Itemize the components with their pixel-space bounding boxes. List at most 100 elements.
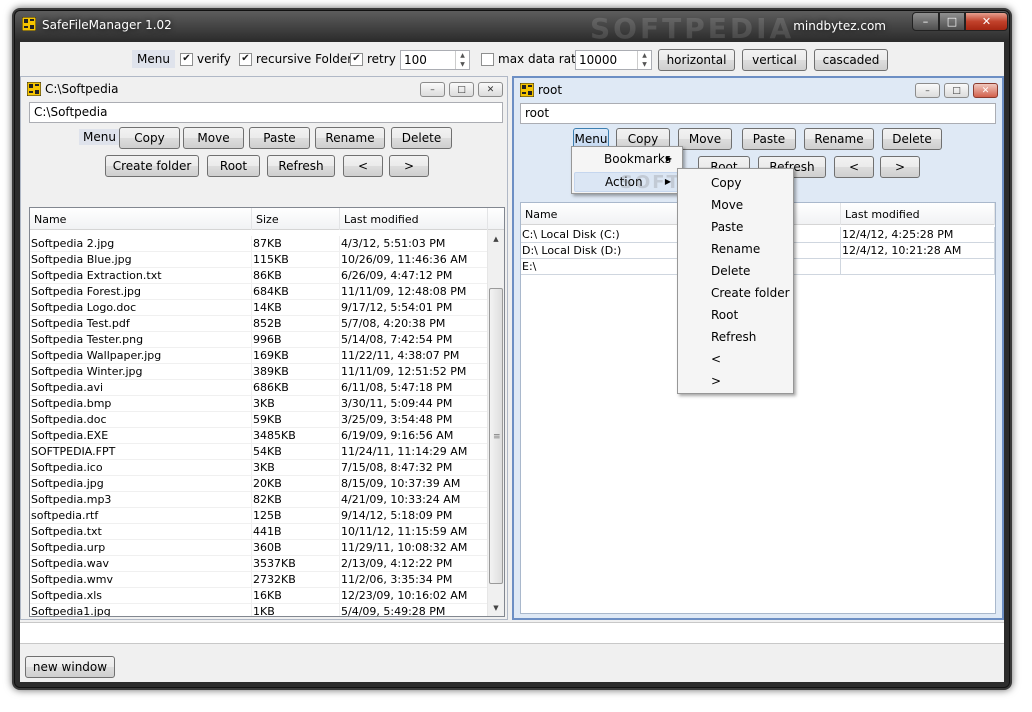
table-row[interactable]: Softpedia 2.jpg 87KB 4/3/12, 5:51:03 PM (30, 236, 504, 252)
file-modified-cell: 12/23/09, 10:16:02 AM (340, 588, 488, 603)
table-row[interactable]: Softpedia Tester.png 996B 5/14/08, 7:42:54… (30, 332, 504, 348)
file-size-cell: 86KB (252, 268, 340, 283)
max-data-rate-stepper[interactable]: 10000 ▲ ▼ (575, 50, 652, 70)
table-row[interactable]: Softpedia.doc 59KB 3/25/09, 3:54:48 PM (30, 412, 504, 428)
file-modified-cell: 11/22/11, 4:38:07 PM (340, 348, 488, 363)
column-last-modified[interactable]: Last modified (841, 203, 995, 225)
right-forward-button[interactable]: > (880, 156, 920, 178)
table-row[interactable]: Softpedia1.jpg 1KB 5/4/09, 5:49:28 PM (30, 604, 504, 616)
verify-checkbox[interactable]: ✔ verify (180, 52, 231, 66)
file-size-cell: 2732KB (252, 572, 340, 587)
left-copy-button[interactable]: Copy (119, 127, 180, 149)
table-row[interactable]: Softpedia.mp3 82KB 4/21/09, 10:33:24 AM (30, 492, 504, 508)
table-row[interactable]: softpedia.rtf 125B 9/14/12, 5:18:09 PM (30, 508, 504, 524)
left-paste-button[interactable]: Paste (249, 127, 310, 149)
stepper-arrows-icon[interactable]: ▲ ▼ (637, 51, 651, 69)
table-row[interactable]: Softpedia.txt 441B 10/11/12, 11:15:59 AM (30, 524, 504, 540)
table-row[interactable]: Softpedia.ico 3KB 7/15/08, 8:47:32 PM (30, 460, 504, 476)
right-rename-button[interactable]: Rename (804, 128, 874, 150)
recursive-folders-checkbox[interactable]: ✔ recursive Folders (239, 52, 358, 66)
file-name-cell: Softpedia Wallpaper.jpg (30, 348, 252, 363)
table-row[interactable]: Softpedia.avi 686KB 6/11/08, 5:47:18 PM (30, 380, 504, 396)
left-panel: C:\Softpedia – □ ✕ C:\Softpedia Menu Cop… (20, 76, 508, 620)
file-modified-cell: 2/13/09, 4:12:22 PM (340, 556, 488, 571)
vertical-button[interactable]: vertical (742, 49, 807, 71)
horizontal-button[interactable]: horizontal (658, 49, 735, 71)
table-row[interactable]: Softpedia Winter.jpg 389KB 11/11/09, 12:51… (30, 364, 504, 380)
table-row[interactable]: Softpedia Logo.doc 14KB 9/17/12, 5:54:01 P… (30, 300, 504, 316)
table-row[interactable]: Softpedia.jpg 20KB 8/15/09, 10:37:39 AM (30, 476, 504, 492)
table-row[interactable]: Softpedia Blue.jpg 115KB 10/26/09, 11:46:3… (30, 252, 504, 268)
close-icon[interactable]: ✕ (973, 83, 998, 98)
left-menu-button[interactable]: Menu (79, 129, 120, 145)
right-delete-button[interactable]: Delete (882, 128, 942, 150)
table-row[interactable]: Softpedia.wav 3537KB 2/13/09, 4:12:22 PM (30, 556, 504, 572)
submenu-item[interactable]: Rename (711, 242, 760, 256)
left-back-button[interactable]: < (343, 155, 383, 177)
right-paste-button[interactable]: Paste (742, 128, 796, 150)
scroll-up-icon[interactable]: ▲ (488, 230, 504, 247)
submenu-item[interactable]: Copy (711, 176, 741, 190)
submenu-item[interactable]: Paste (711, 220, 743, 234)
left-list-scrollbar[interactable]: ▲ ≡ ▼ (487, 230, 504, 616)
right-path-input[interactable]: root (520, 103, 996, 124)
left-root-button[interactable]: Root (207, 155, 260, 177)
minimize-icon[interactable]: – (915, 83, 940, 98)
submenu-item[interactable]: Create folder (711, 286, 790, 300)
table-row[interactable]: Softpedia.EXE 3485KB 6/19/09, 9:16:56 AM (30, 428, 504, 444)
scroll-thumb[interactable]: ≡ (489, 288, 503, 584)
left-create-folder-button[interactable]: Create folder (105, 155, 199, 177)
submenu-item[interactable]: < (711, 352, 721, 366)
submenu-item[interactable]: Refresh (711, 330, 756, 344)
retry-checkbox[interactable]: ✔ retry (350, 52, 396, 66)
submenu-item[interactable]: Root (711, 308, 738, 322)
minimize-icon[interactable]: – (420, 82, 445, 97)
cascaded-button[interactable]: cascaded (814, 49, 888, 71)
column-size[interactable]: Size (252, 208, 340, 230)
table-row[interactable]: SOFTPEDIA.FPT 54KB 11/24/11, 11:14:29 AM (30, 444, 504, 460)
left-refresh-button[interactable]: Refresh (267, 155, 335, 177)
submenu-item[interactable]: Move (711, 198, 743, 212)
left-path-input[interactable]: C:\Softpedia (29, 102, 503, 123)
right-back-button[interactable]: < (834, 156, 874, 178)
retry-value[interactable]: 100 (401, 53, 455, 67)
file-modified-cell: 5/4/09, 5:49:28 PM (340, 604, 488, 616)
minimize-icon[interactable]: – (912, 12, 939, 31)
checkmark-icon: ✔ (239, 52, 252, 66)
table-row[interactable]: Softpedia.bmp 3KB 3/30/11, 5:09:44 PM (30, 396, 504, 412)
left-forward-button[interactable]: > (389, 155, 429, 177)
submenu-item[interactable]: Delete (711, 264, 750, 278)
checkmark-icon: ✔ (180, 52, 193, 66)
menu-item-bookmarks[interactable]: Bookmarks ▶ (574, 150, 680, 170)
max-data-rate-checkbox[interactable]: max data rate (481, 52, 583, 66)
column-name[interactable]: Name (30, 208, 252, 230)
new-window-button[interactable]: new window (25, 656, 115, 678)
maximize-icon[interactable]: □ (939, 12, 965, 31)
max-data-rate-value[interactable]: 10000 (576, 53, 637, 67)
column-last-modified[interactable]: Last modified (340, 208, 488, 230)
table-row[interactable]: Softpedia Wallpaper.jpg 169KB 11/22/11, 4:… (30, 348, 504, 364)
close-icon[interactable]: ✕ (965, 12, 1008, 31)
file-name-cell: Softpedia Tester.png (30, 332, 252, 347)
window-caption-buttons: – □ ✕ (912, 12, 1008, 31)
stepper-arrows-icon[interactable]: ▲ ▼ (455, 51, 469, 69)
close-icon[interactable]: ✕ (478, 82, 503, 97)
table-row[interactable]: Softpedia Extraction.txt 86KB 6/26/09, 4:4… (30, 268, 504, 284)
submenu-item[interactable]: > (711, 374, 721, 388)
main-menu-button[interactable]: Menu (132, 50, 175, 68)
table-row[interactable]: Softpedia.urp 360B 11/29/11, 10:08:32 AM (30, 540, 504, 556)
left-move-button[interactable]: Move (183, 127, 244, 149)
left-rename-button[interactable]: Rename (315, 127, 385, 149)
left-delete-button[interactable]: Delete (391, 127, 452, 149)
table-row[interactable]: Softpedia.xls 16KB 12/23/09, 10:16:02 AM (30, 588, 504, 604)
drive-modified-cell: 12/4/12, 4:25:28 PM (841, 227, 995, 242)
table-row[interactable]: Softpedia Forest.jpg 684KB 11/11/09, 12:48… (30, 284, 504, 300)
right-panel-caption-buttons: – □ ✕ (915, 83, 998, 98)
right-move-button[interactable]: Move (678, 128, 732, 150)
maximize-icon[interactable]: □ (449, 82, 474, 97)
table-row[interactable]: Softpedia Test.pdf 852B 5/7/08, 4:20:38 PM (30, 316, 504, 332)
retry-stepper[interactable]: 100 ▲ ▼ (400, 50, 470, 70)
maximize-icon[interactable]: □ (944, 83, 969, 98)
scroll-down-icon[interactable]: ▼ (488, 599, 504, 616)
table-row[interactable]: Softpedia.wmv 2732KB 11/2/06, 3:35:34 PM (30, 572, 504, 588)
